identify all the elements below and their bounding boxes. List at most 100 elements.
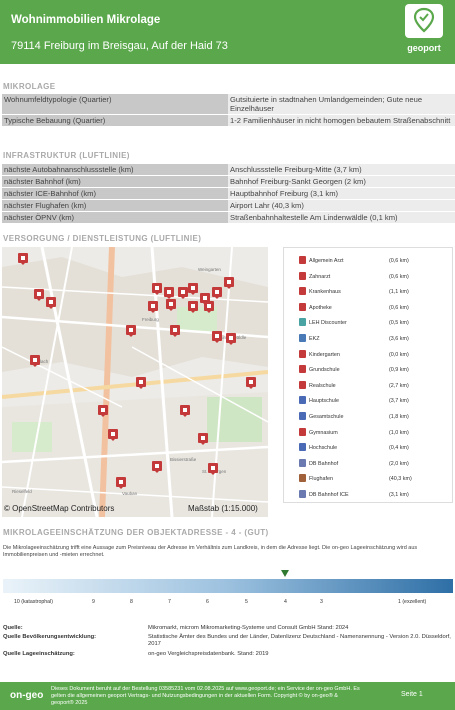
poi-marker-icon[interactable] xyxy=(152,461,162,473)
legend-item-distance: (3,1 km) xyxy=(389,492,409,498)
footer-brand: on-geo xyxy=(10,690,44,701)
infrastruktur-table: nächste Autobahnanschlussstelle (km) Ansc… xyxy=(2,164,455,224)
scale-label: 8 xyxy=(130,599,133,605)
poi-marker-icon[interactable] xyxy=(148,301,158,313)
map-street-label: Freiburg xyxy=(142,317,159,322)
legend-item-distance: (1,0 km) xyxy=(389,429,409,436)
scale-label: 9 xyxy=(92,599,95,605)
legend-item-distance: (0,6 km) xyxy=(389,304,409,311)
map-copyright: © OpenStreetMap Contributors xyxy=(4,504,115,513)
legend-item-name: Realschule xyxy=(309,382,336,389)
legend-item-name: Grundschule xyxy=(309,367,340,374)
poi-marker-icon[interactable] xyxy=(178,287,188,299)
legend-item-distance: (0,6 km) xyxy=(389,273,409,280)
row-key: Wohnumfeldtypologie (Quartier) xyxy=(2,94,228,115)
poi-marker-icon[interactable] xyxy=(98,405,108,417)
scale-label: 7 xyxy=(168,599,171,605)
row-key: Typische Bebauung (Quartier) xyxy=(2,114,228,127)
map-street-label: Rieselfeld xyxy=(12,489,32,494)
table-row: nächste Autobahnanschlussstelle (km) Ansc… xyxy=(2,164,455,176)
legend-item-distance: (0,5 km) xyxy=(389,320,409,327)
scale-label: 4 xyxy=(284,599,287,605)
mikrolage-table: Wohnumfeldtypologie (Quartier) Gutsituier… xyxy=(2,94,455,127)
source-value: Statistische Ämter des Bundes und der Lä… xyxy=(148,634,451,647)
page-footer: on-geo Dieses Dokument beruht auf der Be… xyxy=(0,682,455,710)
row-value: Airport Lahr (40,3 km) xyxy=(228,199,455,212)
row-value: Gutsituierte in stadtnahen Umlandgemeind… xyxy=(228,94,455,115)
row-key: nächster ÖPNV (km) xyxy=(2,211,228,224)
scale-label: 6 xyxy=(206,599,209,605)
poi-marker-icon[interactable] xyxy=(34,289,44,301)
legend-item-name: DB Bahnhof ICE xyxy=(309,492,349,498)
scale-label: 5 xyxy=(245,599,248,605)
poi-marker-icon[interactable] xyxy=(166,299,176,311)
poi-icon xyxy=(299,365,306,374)
legend-item-distance: (3,6 km) xyxy=(389,336,409,342)
poi-marker-icon[interactable] xyxy=(226,333,236,345)
row-value: Straßenbahnhaltestelle Am Lindenwäldle (… xyxy=(228,211,455,224)
poi-marker-icon[interactable] xyxy=(116,477,126,489)
table-row: nächster Bahnhof (km) Bahnhof Freiburg-Sa… xyxy=(2,175,455,188)
poi-marker-icon[interactable] xyxy=(170,325,180,337)
section-versorgung-heading: VERSORGUNG / DIENSTLEISTUNG (LUFTLINIE) xyxy=(3,234,202,243)
row-value: Anschlussstelle Freiburg-Mitte (3,7 km) xyxy=(228,164,455,176)
score-marker-icon xyxy=(281,570,289,577)
poi-icon xyxy=(299,490,306,498)
poi-marker-icon[interactable] xyxy=(212,287,222,299)
map-street-label: Weingarten xyxy=(198,267,221,272)
poi-icon xyxy=(299,302,306,311)
poi-marker-icon[interactable] xyxy=(188,283,198,295)
poi-marker-icon[interactable] xyxy=(46,297,56,309)
poi-marker-icon[interactable] xyxy=(198,433,208,445)
legend-item-name: Gesamtschule xyxy=(309,414,344,420)
poi-marker-icon[interactable] xyxy=(180,405,190,417)
page-number: Seite 1 xyxy=(401,691,423,698)
source-key: Quelle: xyxy=(3,625,23,631)
poi-marker-icon[interactable] xyxy=(224,277,234,289)
poi-marker-icon[interactable] xyxy=(212,331,222,343)
legend-item-name: EKZ xyxy=(309,336,320,342)
legend-item-name: Apotheke xyxy=(309,304,332,311)
poi-marker-icon[interactable] xyxy=(188,301,198,313)
poi-icon xyxy=(299,474,306,483)
source-key: Quelle Bevölkerungsentwicklung: xyxy=(3,634,97,640)
poi-marker-icon[interactable] xyxy=(136,377,146,389)
section-mikrolage-heading: MIKROLAGE xyxy=(3,82,56,91)
page-title: Wohnimmobilien Mikrolage xyxy=(11,14,161,26)
map-street-label: Vauban xyxy=(122,491,138,496)
poi-marker-icon[interactable] xyxy=(126,325,136,337)
poi-marker-icon[interactable] xyxy=(204,301,214,313)
row-key: nächster Flughafen (km) xyxy=(2,199,228,212)
scale-label: 1 (exzellent) xyxy=(398,599,427,605)
poi-marker-icon[interactable] xyxy=(30,355,40,367)
legend-item-distance: (1,1 km) xyxy=(389,289,409,296)
legend-item-distance: (1,8 km) xyxy=(389,414,409,420)
poi-marker-icon[interactable] xyxy=(152,283,162,295)
poi-icon xyxy=(299,318,306,327)
poi-marker-icon[interactable] xyxy=(18,253,28,265)
poi-marker-icon[interactable] xyxy=(246,377,256,389)
legend-item-name: Krankenhaus xyxy=(309,289,341,296)
einschaetzung-text: Die Mikrolageeinschätzung trifft eine Au… xyxy=(3,545,418,558)
map-pin-icon xyxy=(413,7,435,33)
map-scale: Maßstab (1:15.000) xyxy=(188,504,258,513)
poi-marker-icon[interactable] xyxy=(108,429,118,441)
geoport-logo: geoport xyxy=(399,4,449,60)
legend-item-name: Allgemein Arzt xyxy=(309,258,344,264)
table-row: Typische Bebauung (Quartier) 1-2 Familien… xyxy=(2,114,455,127)
legend-item-distance: (0,4 km) xyxy=(389,445,409,452)
table-row: nächster ÖPNV (km) Straßenbahnhaltestelle… xyxy=(2,211,455,224)
legend-item-distance: (0,6 km) xyxy=(389,258,409,264)
poi-marker-icon[interactable] xyxy=(164,287,174,299)
legend-item-distance: (2,0 km) xyxy=(389,460,409,467)
poi-icon xyxy=(299,380,306,389)
page-header: Wohnimmobilien Mikrolage 79114 Freiburg … xyxy=(0,0,455,64)
poi-icon xyxy=(299,271,306,280)
location-map[interactable]: FreiburgSt. GeorgenVaubanHaslachWeingart… xyxy=(2,247,268,517)
legend-item-name: Hochschule xyxy=(309,445,338,452)
poi-icon xyxy=(299,427,306,436)
poi-marker-icon[interactable] xyxy=(208,463,218,475)
legend-item-distance: (3,7 km) xyxy=(389,398,409,405)
logo-label: geoport xyxy=(407,43,441,53)
object-address: 79114 Freiburg im Breisgau, Auf der Haid… xyxy=(11,40,228,52)
